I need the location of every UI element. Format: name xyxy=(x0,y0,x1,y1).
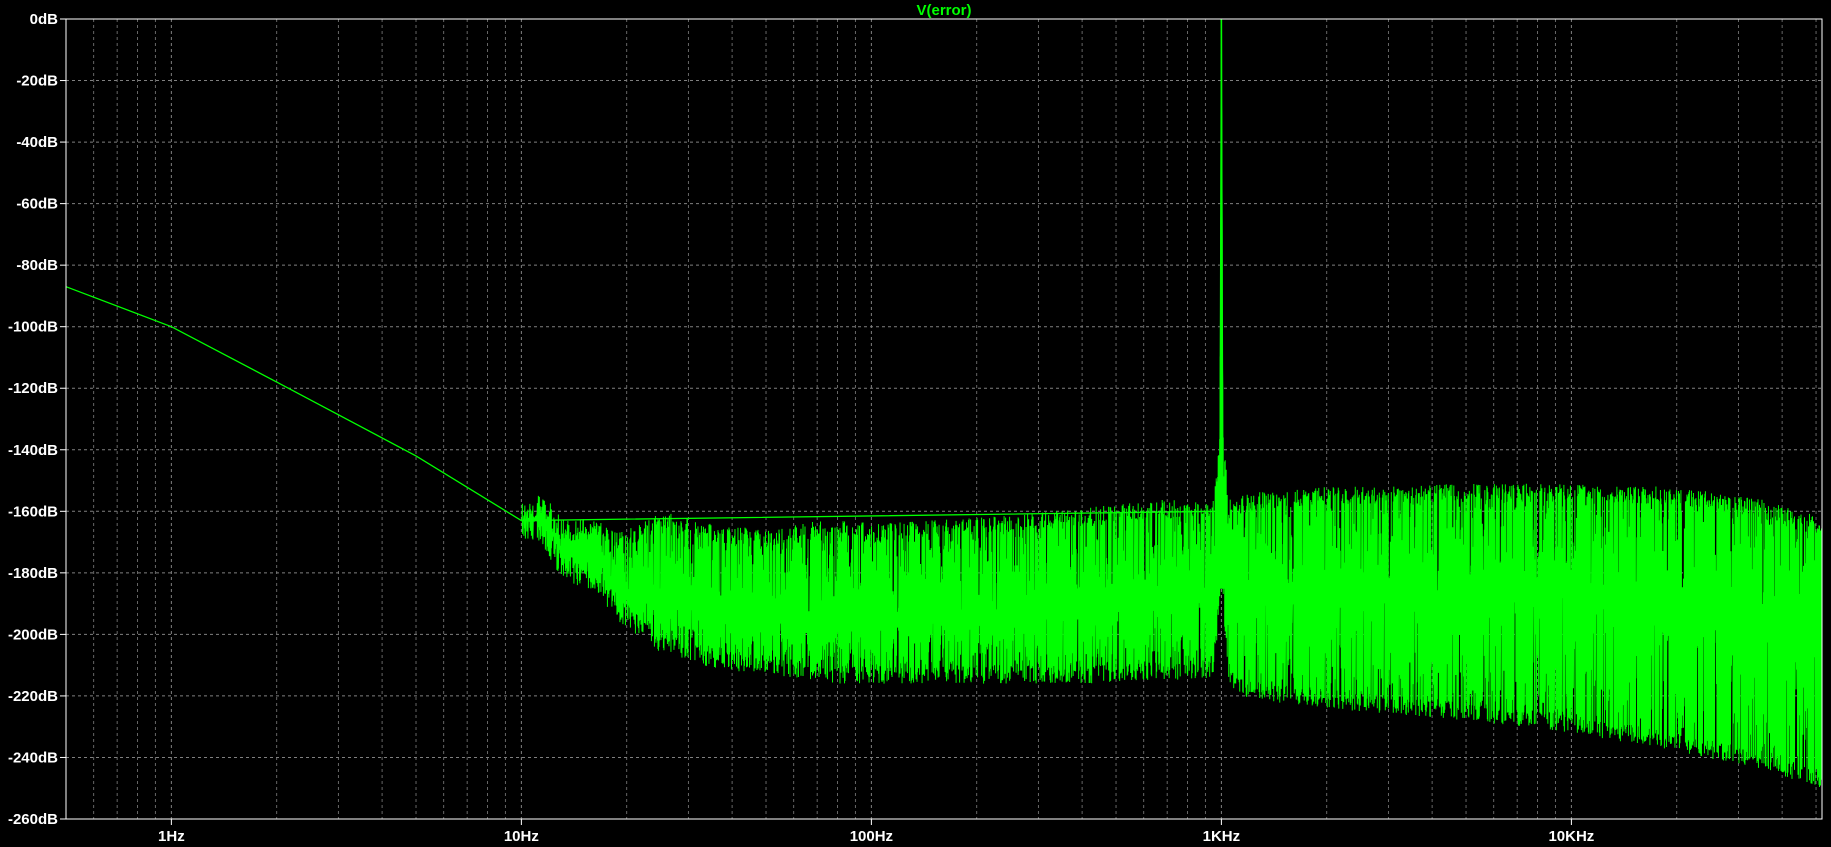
y-tick-label: -40dB xyxy=(16,134,58,151)
waveform-plot[interactable]: 0dB -20dB -40dB -60dB -80dB -100dB -120dB -140d… xyxy=(0,0,1831,847)
x-tick-label: 10Hz xyxy=(504,828,539,845)
x-tick-label: 10KHz xyxy=(1548,828,1594,845)
y-tick-label: -160dB xyxy=(8,503,58,520)
y-tick-label: -20dB xyxy=(16,73,58,90)
y-tick-label: -220dB xyxy=(8,688,58,705)
y-tick-label: -140dB xyxy=(8,442,58,459)
y-tick-label: -260dB xyxy=(8,811,58,828)
y-tick-label: -200dB xyxy=(8,626,58,643)
y-tick-label: -100dB xyxy=(8,319,58,336)
x-tick-label: 100Hz xyxy=(850,828,893,845)
y-tick-label: 0dB xyxy=(30,11,59,28)
trace-title[interactable]: V(error) xyxy=(916,2,971,19)
y-tick-label: -60dB xyxy=(16,196,58,213)
y-tick-label: -80dB xyxy=(16,257,58,274)
y-tick-label: -180dB xyxy=(8,565,58,582)
x-tick-label: 1KHz xyxy=(1203,828,1241,845)
x-tick-label: 1Hz xyxy=(158,828,185,845)
y-tick-label: -120dB xyxy=(8,380,58,397)
y-tick-label: -240dB xyxy=(8,749,58,766)
